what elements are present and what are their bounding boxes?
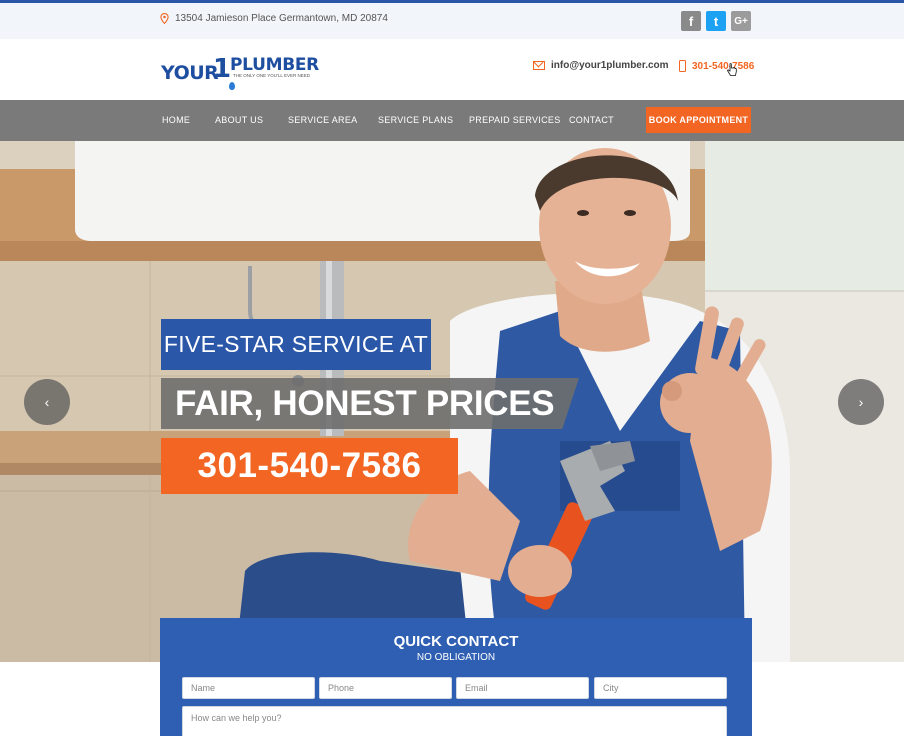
twitter-icon[interactable]: t [706,11,726,31]
header-email-text: info@your1plumber.com [551,60,669,71]
hero-tagline-2: FAIR, HONEST PRICES [161,378,579,429]
quick-contact-title: QUICK CONTACT [393,633,519,650]
quick-contact-form: QUICK CONTACT NO OBLIGATION [160,618,752,736]
water-drop-icon [229,82,235,90]
hero-phone-number[interactable]: 301-540-7586 [161,438,458,494]
phone-icon [679,60,686,72]
quick-contact-subtitle: NO OBLIGATION [416,652,496,663]
top-info-bar: 13504 Jamieson Place Germantown, MD 2087… [0,0,904,39]
header-email-link[interactable]: info@your1plumber.com [533,60,669,71]
header-phone-link[interactable]: 301-540-7586 [679,60,754,72]
address-text: 13504 Jamieson Place Germantown, MD 2087… [175,13,388,24]
facebook-icon[interactable]: f [681,11,701,31]
email-input[interactable] [456,677,589,699]
map-pin-icon [160,13,169,24]
city-input[interactable] [594,677,727,699]
nav-item-service-area[interactable]: SERVICE AREA [288,115,357,125]
header-phone-text: 301-540-7586 [692,60,755,72]
hand-cursor-icon [727,63,737,76]
mail-icon [533,61,545,70]
name-input[interactable] [182,677,315,699]
message-textarea[interactable] [182,706,727,736]
site-header: YOUR 1 PLUMBER THE ONLY ONE YOU'LL EVER … [0,39,904,100]
phone-input[interactable] [319,677,452,699]
nav-item-about-us[interactable]: ABOUT US [215,115,263,125]
google-plus-icon[interactable]: G+ [731,11,751,31]
logo-word-your: YOUR [161,62,219,84]
site-logo[interactable]: YOUR 1 PLUMBER THE ONLY ONE YOU'LL EVER … [161,52,321,92]
address: 13504 Jamieson Place Germantown, MD 2087… [160,13,388,24]
slider-prev-arrow[interactable]: ‹ [24,379,70,425]
slider-next-arrow[interactable]: › [838,379,884,425]
logo-tagline: THE ONLY ONE YOU'LL EVER NEED [233,73,310,78]
hero-slider: ‹ › FIVE-STAR SERVICE AT FAIR, HONEST PR… [0,141,904,662]
book-appointment-button[interactable]: BOOK APPOINTMENT [646,107,751,133]
nav-item-contact[interactable]: CONTACT [569,115,614,125]
main-nav: HOME ABOUT US SERVICE AREA SERVICE PLANS… [0,100,904,141]
hero-tagline-1: FIVE-STAR SERVICE AT [161,319,431,370]
nav-item-prepaid-services[interactable]: PREPAID SERVICES [469,115,561,125]
nav-item-home[interactable]: HOME [162,115,190,125]
logo-word-plumber: PLUMBER [230,55,319,75]
nav-item-service-plans[interactable]: SERVICE PLANS [378,115,453,125]
logo-number: 1 [213,54,232,84]
